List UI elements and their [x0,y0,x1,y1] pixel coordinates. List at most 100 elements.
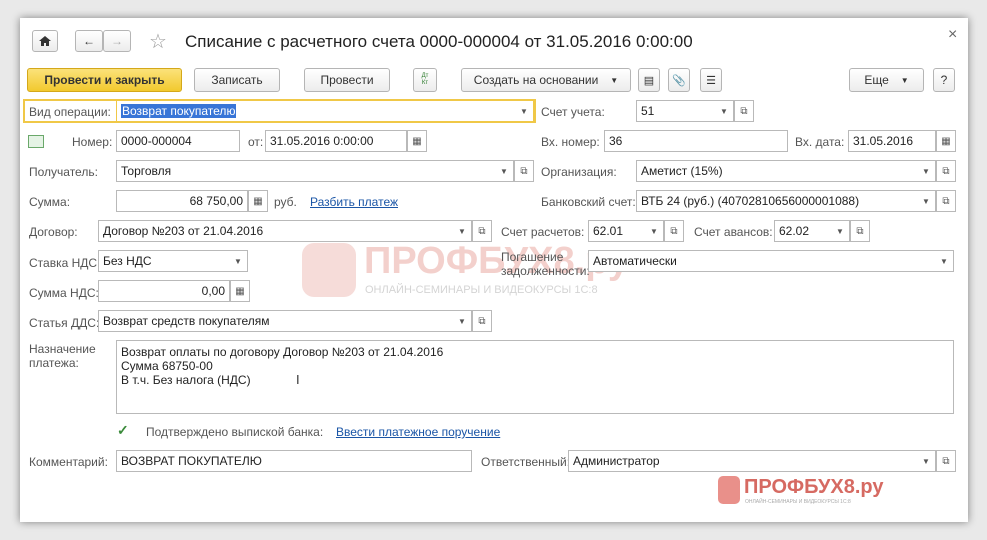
comment-label: Комментарий: [29,455,108,469]
advance-account-value: 62.02 [779,224,810,238]
bank-account-label: Банковский счет: [541,195,636,209]
attach-button[interactable]: 📎 [668,68,690,92]
back-button[interactable]: ← [75,30,103,52]
incoming-number-value: 36 [609,134,623,148]
recipient-label: Получатель: [29,165,98,179]
chevron-down-icon[interactable]: ▼ [917,451,935,471]
open-account-button[interactable]: ⧉ [734,100,754,122]
chevron-down-icon[interactable]: ▼ [453,221,471,241]
close-icon[interactable]: × [948,26,957,44]
calculator-icon[interactable]: ▦ [230,280,250,302]
debt-repayment-value: Автоматически [593,254,677,268]
open-contract-button[interactable]: ⧉ [472,220,492,242]
account-value: 51 [641,104,655,118]
debt-repayment-field[interactable]: Автоматически ▼ [588,250,954,272]
date-field[interactable]: 31.05.2016 0:00:00 [265,130,407,152]
bank-account-value: ВТБ 24 (руб.) (40702810656000001088) [641,194,860,208]
incoming-number-label: Вх. номер: [541,135,600,149]
calendar-icon[interactable]: ▦ [936,130,956,152]
save-button[interactable]: Записать [194,68,280,92]
help-button[interactable]: ? [933,68,955,92]
forward-button[interactable]: → [103,30,131,52]
comment-value: ВОЗВРАТ ПОКУПАТЕЛЮ [121,454,262,468]
open-advance-account-button[interactable]: ⧉ [850,220,870,242]
chevron-down-icon[interactable]: ▼ [645,221,663,241]
advance-account-field[interactable]: 62.02 ▼ [774,220,850,242]
debt-repayment-label-line1: Погашение [501,250,564,264]
open-organization-button[interactable]: ⧉ [936,160,956,182]
account-label: Счет учета: [541,105,605,119]
vat-sum-field[interactable]: 0,00 [98,280,230,302]
purpose-textarea[interactable]: Возврат оплаты по договору Договор №203 … [116,340,954,414]
chevron-down-icon[interactable]: ▼ [229,251,247,271]
dt-kt-button[interactable]: Дт Кт [413,68,437,92]
incoming-date-field[interactable]: 31.05.2016 [848,130,936,152]
date-value: 31.05.2016 0:00:00 [270,134,374,148]
dt-kt-icon: Дт Кт [421,73,429,86]
print-button[interactable]: ▤ [638,68,660,92]
organization-value: Аметист (15%) [641,164,723,178]
text-cursor-icon: I [296,372,300,387]
settlement-account-field[interactable]: 62.01 ▼ [588,220,664,242]
split-payment-link[interactable]: Разбить платеж [310,195,398,209]
purpose-line-1: Возврат оплаты по договору Договор №203 … [121,345,444,359]
recipient-value: Торговля [121,164,172,178]
dds-value: Возврат средств покупателям [103,314,270,328]
number-field[interactable]: 0000-000004 [116,130,240,152]
operation-type-field[interactable]: Возврат покупателю ▼ [116,100,534,122]
organization-field[interactable]: Аметист (15%) ▼ [636,160,936,182]
document-window: ← → ☆ Списание с расчетного счета 0000-0… [20,18,968,522]
comment-field[interactable]: ВОЗВРАТ ПОКУПАТЕЛЮ [116,450,472,472]
star-icon[interactable]: ☆ [149,29,167,54]
incoming-date-value: 31.05.2016 [853,134,914,148]
number-value: 0000-000004 [121,134,192,148]
purpose-label-line1: Назначение [29,342,96,356]
incoming-date-label: Вх. дата: [795,135,845,149]
recipient-field[interactable]: Торговля ▼ [116,160,514,182]
contract-field[interactable]: Договор №203 от 21.04.2016 ▼ [98,220,472,242]
account-field[interactable]: 51 ▼ [636,100,734,122]
open-recipient-button[interactable]: ⧉ [514,160,534,182]
chevron-down-icon[interactable]: ▼ [917,191,935,211]
sum-value: 68 750,00 [189,194,243,208]
bank-account-field[interactable]: ВТБ 24 (руб.) (40702810656000001088) ▼ [636,190,936,212]
posted-status-icon [28,135,44,148]
chevron-down-icon[interactable]: ▼ [935,251,953,271]
vat-rate-field[interactable]: Без НДС ▼ [98,250,248,272]
confirmed-checkbox[interactable]: ✓ [117,423,131,437]
settlement-account-label: Счет расчетов: [501,225,585,239]
post-button[interactable]: Провести [304,68,390,92]
chevron-down-icon[interactable]: ▼ [715,101,733,121]
open-bank-account-button[interactable]: ⧉ [936,190,956,212]
chevron-down-icon[interactable]: ▼ [831,221,849,241]
responsible-field[interactable]: Администратор ▼ [568,450,936,472]
post-and-close-button[interactable]: Провести и закрыть [27,68,182,92]
watermark-small-sub: ОНЛАЙН-СЕМИНАРЫ И ВИДЕОКУРСЫ 1С:8 [745,499,851,505]
chevron-down-icon[interactable]: ▼ [453,311,471,331]
paperclip-icon: 📎 [672,74,686,87]
more-button[interactable]: Еще ▼ [849,68,924,92]
calendar-icon[interactable]: ▦ [407,130,427,152]
vat-sum-label: Сумма НДС: [29,286,99,300]
create-based-on-button[interactable]: Создать на основании ▼ [461,68,631,92]
calculator-icon[interactable]: ▦ [248,190,268,212]
home-icon [39,36,51,46]
payment-order-link[interactable]: Ввести платежное поручение [336,425,500,439]
vat-rate-label: Ставка НДС: [29,256,101,270]
vat-rate-value: Без НДС [103,254,152,268]
chevron-down-icon[interactable]: ▼ [515,101,533,121]
incoming-number-field[interactable]: 36 [604,130,788,152]
open-dds-button[interactable]: ⧉ [472,310,492,332]
chevron-down-icon[interactable]: ▼ [495,161,513,181]
dds-field[interactable]: Возврат средств покупателям ▼ [98,310,472,332]
report-button[interactable]: ☰ [700,68,722,92]
responsible-value: Администратор [573,454,660,468]
home-button[interactable] [32,30,58,52]
chevron-down-icon[interactable]: ▼ [917,161,935,181]
open-responsible-button[interactable]: ⧉ [936,450,956,472]
purpose-line-3: В т.ч. Без налога (НДС) [121,373,251,387]
list-icon: ☰ [706,74,716,87]
sum-field[interactable]: 68 750,00 [116,190,248,212]
open-settlement-account-button[interactable]: ⧉ [664,220,684,242]
debt-repayment-label-line2: задолженности: [501,264,590,278]
